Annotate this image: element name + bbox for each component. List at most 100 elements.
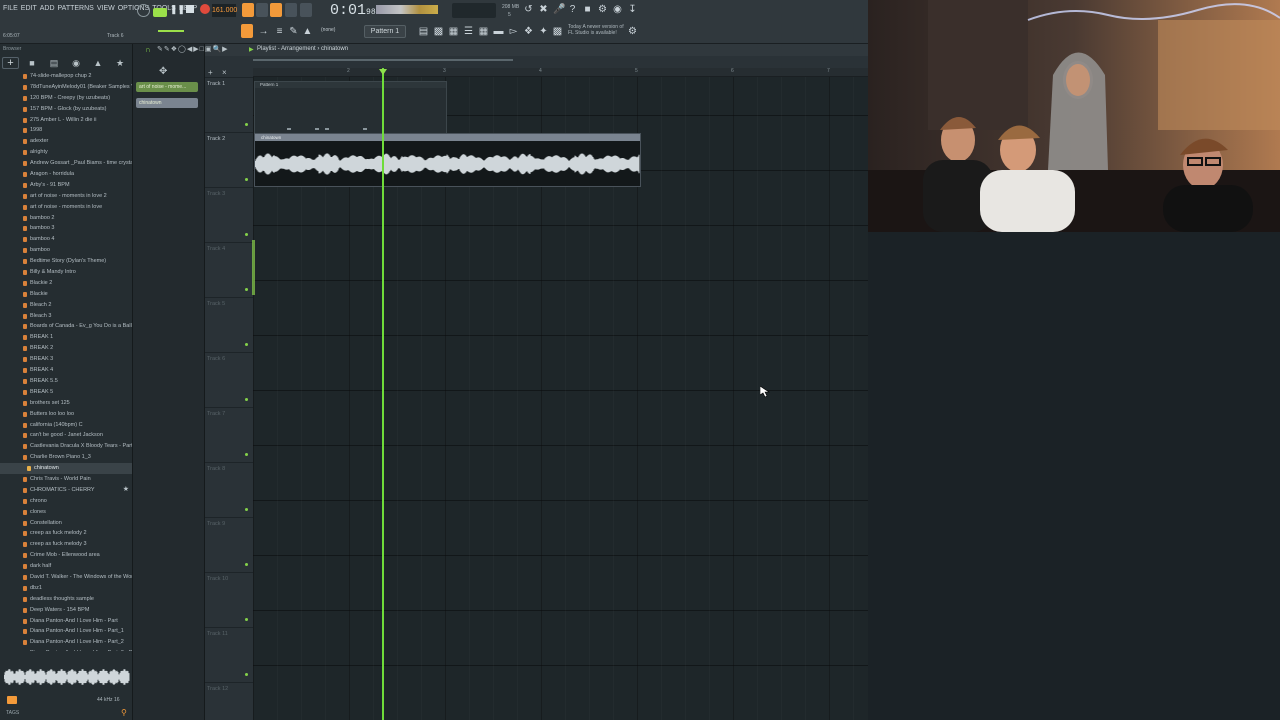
browser-file-item[interactable]: chrono [0,496,132,507]
browser-file-item[interactable]: 1998 [0,125,132,136]
browser-file-item[interactable]: BREAK 4 [0,365,132,376]
search-icon[interactable]: ⚲ [121,708,127,717]
browser-file-item[interactable]: 74-slide-mallepop chup 2 [0,71,132,82]
browser-file-item[interactable]: 120 BPM - Creepy (by uzubeats) [0,93,132,104]
snap-menu-icon[interactable]: ≡ [274,26,285,37]
browser-file-item[interactable]: deadless thoughts sample [0,594,132,605]
menu-file[interactable]: FILE [3,5,18,12]
channel-rack-icon[interactable]: ▦ [448,26,459,37]
stop-button[interactable] [186,5,194,13]
plus-icon[interactable]: + [208,68,213,77]
browser-file-item[interactable]: Bleach 3 [0,311,132,322]
browser-file-item[interactable]: Crime Mob - Ellenwood area [0,550,132,561]
master-volume-slider[interactable] [158,30,184,32]
touch-icon[interactable]: ▻ [508,26,519,37]
browser-file-item[interactable]: clones [0,507,132,518]
browser-file-item[interactable]: chinatown [0,463,132,474]
browser-file-item[interactable]: 275 Amber L - Willin 2 die ii [0,115,132,126]
track-header[interactable]: Track 5 [205,297,253,352]
wait-input-toggle[interactable] [256,3,268,17]
playhead-marker[interactable] [379,69,387,75]
step-edit-toggle[interactable] [285,3,297,17]
pattern-selector[interactable]: Pattern 1 [364,25,406,38]
browser-file-item[interactable]: Diana Panton-And I Love Him - Part [0,616,132,627]
menu-patterns[interactable]: PATTERNS [58,5,94,12]
undo-icon[interactable]: ↺ [523,4,534,15]
browser-file-item[interactable]: dbz1 [0,583,132,594]
snap-value[interactable]: (none) [321,27,335,33]
browser-file-item[interactable]: adexter [0,136,132,147]
gear-icon[interactable]: ⚙ [627,26,638,37]
browser-file-item[interactable]: Castlevania Dracula X Bloody Tears - Par… [0,441,132,452]
tags-label[interactable]: TAGS [6,710,19,716]
settings-icon[interactable]: ◉ [612,4,623,15]
star-icon[interactable]: ★ [115,58,125,68]
track-header[interactable]: Track 2 [205,132,253,187]
browser-file-item[interactable]: BREAK 5.5 [0,376,132,387]
pattern-song-toggle[interactable] [153,8,167,17]
track-mute-led[interactable] [245,618,248,621]
mixer-icon[interactable]: ☰ [463,26,474,37]
playlist-icon[interactable]: ▤ [418,26,429,37]
track-header[interactable]: Track 6 [205,352,253,407]
browser-file-item[interactable]: art of noise - moments in love [0,202,132,213]
tempo-display[interactable]: 161.000 [212,4,237,17]
browser-file-item[interactable]: David T. Walker - The Windows of the Wor… [0,572,132,583]
browser-file-item[interactable]: brothers set 125 [0,398,132,409]
browser-file-item[interactable]: california (140bpm) C [0,420,132,431]
track-mute-led[interactable] [245,673,248,676]
track-header[interactable]: Track 10 [205,572,253,627]
browser-file-item[interactable]: alrighty [0,147,132,158]
browser-file-item[interactable]: BREAK 1 [0,332,132,343]
menu-view[interactable]: VIEW [97,5,115,12]
browser-file-item[interactable]: creep as fuck melody 3 [0,539,132,550]
browser-file-item[interactable]: Andrew Gossart _Paul Biams - time crysta… [0,158,132,169]
track-mute-led[interactable] [245,288,248,291]
track-header[interactable]: Track 12 [205,682,253,720]
browser-file-item[interactable]: Diana Panton-And I Love Him - Part_2 [0,637,132,648]
browser-file-item[interactable]: bamboo 4 [0,234,132,245]
folder-icon[interactable]: ▤ [49,58,59,68]
snap-toggle[interactable] [241,24,253,38]
mic-icon[interactable]: 🎤 [553,4,565,15]
browser-file-item[interactable]: dark half [0,561,132,572]
tool-icons[interactable]: ✎✎❖◯◀▶□▣🔍▶ [157,45,229,53]
draw-tool-icon[interactable]: ✎ [288,26,299,37]
browser-file-item[interactable]: Diana Panton-And I Love Him - Part_1 [0,626,132,637]
browser-file-item[interactable]: can't be good - Janet Jackson [0,430,132,441]
countdown-toggle[interactable] [270,3,282,17]
save-icon[interactable]: ■ [582,4,593,15]
track-mute-led[interactable] [245,508,248,511]
track-header[interactable]: Track 4 [205,242,253,297]
picker-item-art-of-noise[interactable]: art of noise - mome... [136,82,198,92]
track-mute-led[interactable] [245,123,248,126]
browser-file-item[interactable]: BREAK 5 [0,387,132,398]
track-mute-led[interactable] [245,453,248,456]
grid-icon[interactable]: ▩ [552,26,563,37]
track-header[interactable]: Track 9 [205,517,253,572]
close-icon[interactable]: × [222,68,227,77]
blend-toggle[interactable] [300,3,312,17]
browser-file-item[interactable]: Deep Waters - 154 BPM [0,605,132,616]
plugin-icon[interactable]: ▬ [493,26,504,37]
preview-play-button[interactable] [7,696,17,704]
browser-file-item[interactable]: art of noise - moments in love 2 [0,191,132,202]
render-icon[interactable]: ⚙ [597,4,608,15]
arrow-icon[interactable]: ▶ [249,46,254,53]
track-header[interactable]: Track 7 [205,407,253,462]
browser-file-item[interactable]: creep as fuck melody 2 [0,528,132,539]
magnet-icon[interactable]: ∩ [145,45,151,54]
menu-edit[interactable]: EDIT [21,5,37,12]
track-header[interactable]: Track 8 [205,462,253,517]
browser-file-item[interactable]: Butters loo loo loo [0,409,132,420]
track-header[interactable]: Track 3 [205,187,253,242]
browser-file-item[interactable]: Diana Panton-And I Love Him - Part_3 - P… [0,648,132,651]
audio-clip-chinatown[interactable]: chinatown [254,133,641,187]
browser-file-item[interactable]: bamboo 3 [0,223,132,234]
browser-icon[interactable]: ▦ [478,26,489,37]
paint-tool-icon[interactable]: ▲ [302,26,313,37]
record-button[interactable] [200,4,210,14]
move-icon[interactable]: ✥ [159,66,167,77]
timeline-ruler[interactable]: 2 3 4 5 6 7 [253,68,868,77]
zoom-scrollbar[interactable] [253,59,513,61]
